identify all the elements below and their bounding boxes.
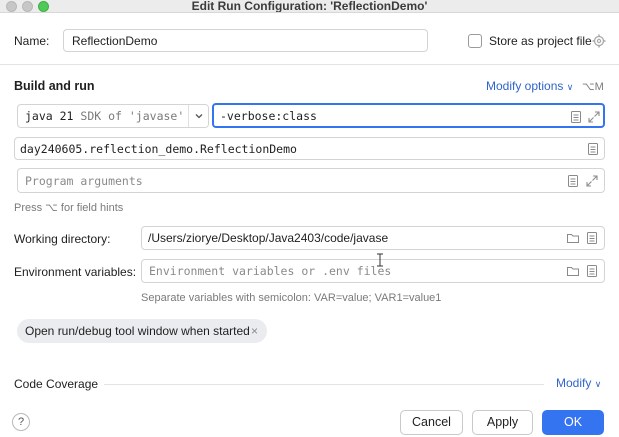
document-icon[interactable] [585, 231, 599, 245]
document-icon[interactable] [586, 142, 600, 156]
vm-options-field[interactable]: -verbose:class [212, 103, 605, 128]
ok-button[interactable]: OK [542, 410, 604, 435]
close-icon[interactable]: × [251, 319, 258, 343]
expand-icon[interactable] [585, 174, 599, 188]
store-as-project-file-label: Store as project file [489, 34, 592, 48]
name-label: Name: [14, 34, 50, 48]
text-cursor-icon [377, 253, 383, 267]
window-title: Edit Run Configuration: 'ReflectionDemo' [191, 0, 428, 13]
store-as-project-file-checkbox[interactable] [468, 34, 482, 48]
open-tool-window-option-label: Open run/debug tool window when started [25, 324, 250, 338]
gear-icon[interactable] [592, 34, 606, 48]
environment-variables-field[interactable]: Environment variables or .env files [141, 259, 605, 283]
jdk-dropdown-toggle[interactable] [188, 105, 208, 127]
chevron-down-icon: ∨ [594, 379, 602, 389]
folder-icon[interactable] [566, 264, 580, 278]
modify-options-link[interactable]: Modify options ∨ [486, 79, 573, 93]
folder-icon[interactable] [566, 231, 580, 245]
vm-options-value: -verbose:class [220, 108, 317, 123]
field-hint: Press ⌥ for field hints [14, 202, 124, 214]
jdk-select[interactable]: java 21 SDK of 'javase' m [17, 104, 209, 128]
working-directory-value: /Users/ziorye/Desktop/Java2403/code/java… [148, 231, 389, 245]
document-icon[interactable] [566, 174, 580, 188]
document-icon[interactable] [585, 264, 599, 278]
main-class-value: day240605.reflection_demo.ReflectionDemo [20, 141, 297, 156]
code-coverage-modify-link[interactable]: Modify ∨ [556, 376, 601, 390]
open-tool-window-option-chip[interactable]: Open run/debug tool window when started … [17, 319, 267, 343]
working-directory-field[interactable]: /Users/ziorye/Desktop/Java2403/code/java… [141, 226, 605, 250]
code-coverage-label: Code Coverage [14, 377, 99, 391]
chevron-down-icon: ∨ [566, 82, 574, 92]
divider [0, 64, 619, 65]
program-arguments-placeholder: Program arguments [25, 173, 143, 188]
apply-button[interactable]: Apply [472, 410, 533, 435]
working-directory-label: Working directory: [14, 232, 111, 246]
code-coverage-divider [104, 384, 544, 385]
expand-icon[interactable] [587, 110, 601, 124]
environment-variables-label: Environment variables: [14, 265, 137, 279]
jdk-value: java 21 SDK of 'javase' m [25, 109, 198, 123]
name-value: ReflectionDemo [72, 33, 158, 48]
help-icon[interactable]: ? [12, 413, 30, 431]
modify-options-label: Modify options [486, 79, 564, 93]
build-and-run-title: Build and run [14, 79, 95, 93]
cancel-button[interactable]: Cancel [400, 410, 463, 435]
environment-variables-placeholder: Environment variables or .env files [149, 264, 392, 278]
document-icon[interactable] [569, 110, 583, 124]
jdk-name: java 21 [25, 109, 74, 123]
jdk-description: SDK of 'javase' m [80, 109, 199, 123]
main-class-field[interactable]: day240605.reflection_demo.ReflectionDemo [14, 137, 605, 160]
chevron-down-icon [195, 114, 203, 119]
environment-variables-hint: Separate variables with semicolon: VAR=v… [141, 292, 442, 304]
name-field[interactable]: ReflectionDemo [63, 29, 428, 52]
code-coverage-modify-label: Modify [556, 376, 592, 390]
program-arguments-field[interactable]: Program arguments [17, 168, 605, 193]
modify-options-shortcut: ⌥M [582, 81, 604, 93]
window-titlebar: Edit Run Configuration: 'ReflectionDemo' [0, 0, 619, 13]
